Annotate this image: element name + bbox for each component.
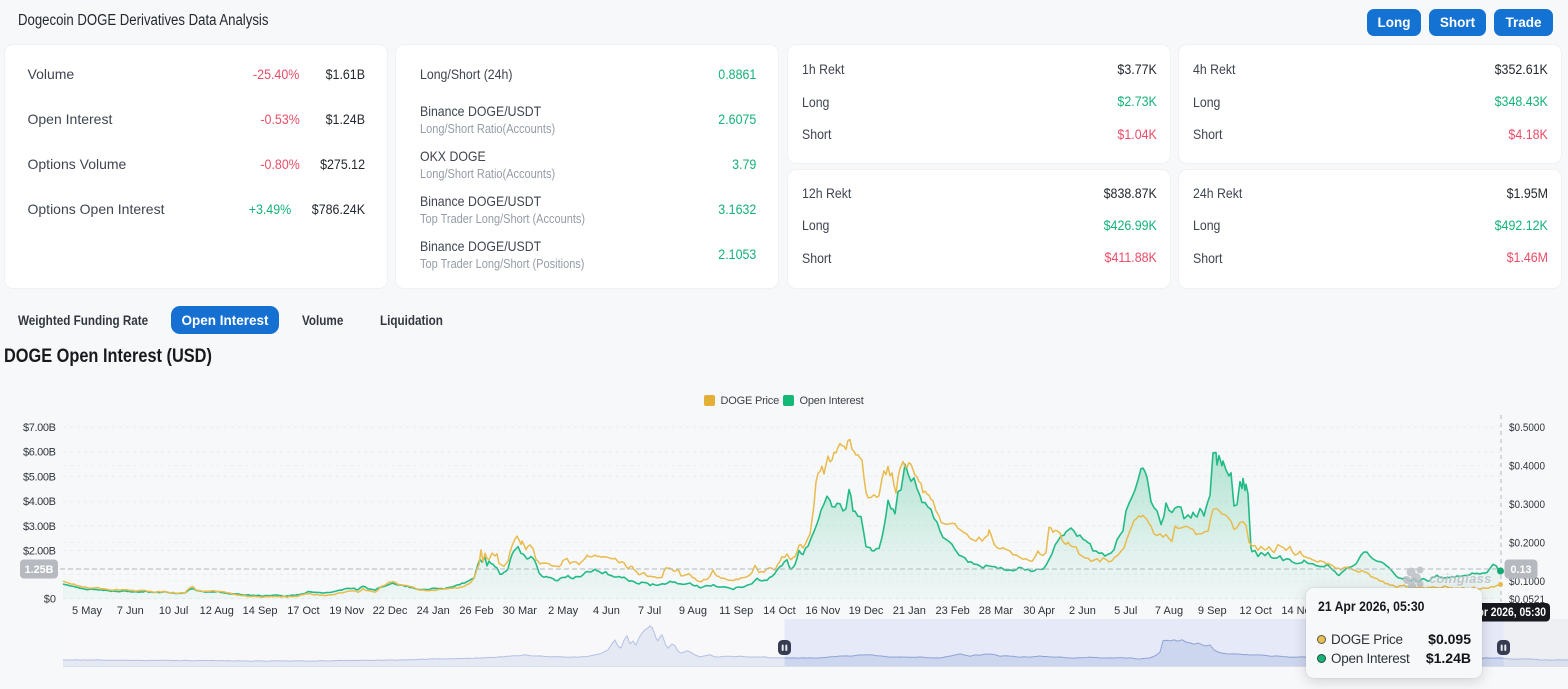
svg-text:14 Oct: 14 Oct bbox=[763, 605, 795, 617]
svg-text:$2.00B: $2.00B bbox=[23, 546, 56, 558]
svg-text:$5.00B: $5.00B bbox=[23, 471, 56, 483]
svg-text:7 Jun: 7 Jun bbox=[117, 605, 144, 617]
svg-text:$3.00B: $3.00B bbox=[23, 521, 56, 533]
svg-text:coinglass: coinglass bbox=[1429, 571, 1492, 586]
svg-text:4 Jun: 4 Jun bbox=[593, 605, 620, 617]
svg-text:5 Jul: 5 Jul bbox=[1114, 605, 1137, 617]
svg-text:12 Aug: 12 Aug bbox=[200, 605, 234, 617]
svg-text:$0.3000: $0.3000 bbox=[1509, 499, 1545, 511]
svg-text:0.13: 0.13 bbox=[1510, 564, 1531, 576]
svg-text:30 Apr: 30 Apr bbox=[1023, 605, 1055, 617]
svg-text:$4.00B: $4.00B bbox=[23, 496, 56, 508]
svg-text:$7.00B: $7.00B bbox=[23, 422, 56, 434]
svg-text:10 Jul: 10 Jul bbox=[159, 605, 188, 617]
svg-text:16 Nov: 16 Nov bbox=[805, 605, 840, 617]
svg-text:5 May: 5 May bbox=[72, 605, 102, 617]
svg-text:19 Nov: 19 Nov bbox=[329, 605, 364, 617]
svg-text:1.25B: 1.25B bbox=[25, 564, 54, 576]
svg-text:2 Jun: 2 Jun bbox=[1069, 605, 1096, 617]
svg-text:$0: $0 bbox=[44, 594, 56, 606]
svg-text:19 Dec: 19 Dec bbox=[849, 605, 884, 617]
svg-text:30 Mar: 30 Mar bbox=[503, 605, 538, 617]
svg-text:7 Jul: 7 Jul bbox=[638, 605, 661, 617]
svg-text:$0.2000: $0.2000 bbox=[1509, 538, 1545, 550]
svg-text:$0.5000: $0.5000 bbox=[1509, 422, 1545, 434]
svg-text:9 Aug: 9 Aug bbox=[679, 605, 707, 617]
svg-text:21 Jan: 21 Jan bbox=[893, 605, 926, 617]
svg-text:22 Dec: 22 Dec bbox=[373, 605, 408, 617]
svg-text:$0.4000: $0.4000 bbox=[1509, 461, 1545, 473]
svg-text:26 Feb: 26 Feb bbox=[459, 605, 493, 617]
svg-text:9 Sep: 9 Sep bbox=[1198, 605, 1227, 617]
svg-text:11 Sep: 11 Sep bbox=[719, 605, 753, 617]
svg-text:17 Oct: 17 Oct bbox=[287, 605, 319, 617]
svg-text:2 May: 2 May bbox=[548, 605, 578, 617]
svg-text:23 Feb: 23 Feb bbox=[935, 605, 969, 617]
svg-text:7 Aug: 7 Aug bbox=[1155, 605, 1183, 617]
svg-text:$6.00B: $6.00B bbox=[23, 447, 56, 459]
svg-text:24 Jan: 24 Jan bbox=[417, 605, 450, 617]
svg-text:28 Mar: 28 Mar bbox=[979, 605, 1014, 617]
svg-text:12 Oct: 12 Oct bbox=[1239, 605, 1271, 617]
svg-text:14 Sep: 14 Sep bbox=[243, 605, 278, 617]
